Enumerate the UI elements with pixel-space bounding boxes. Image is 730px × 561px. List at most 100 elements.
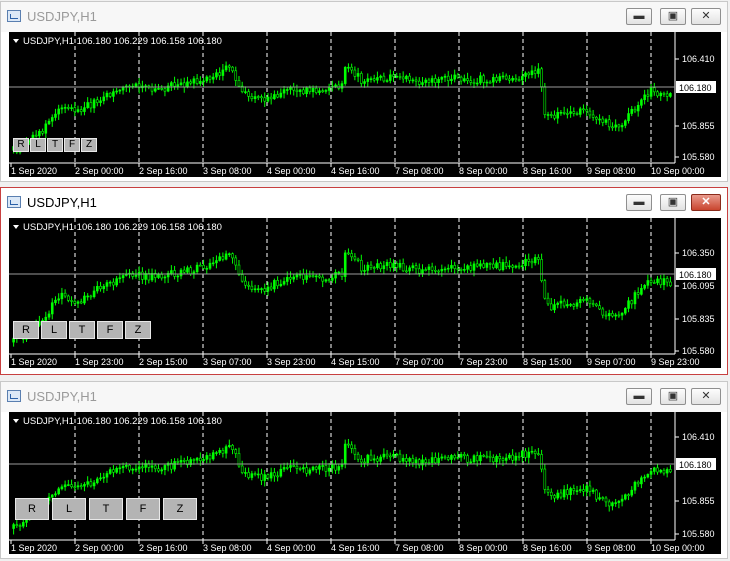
quick-button-f[interactable]: F [64,138,80,152]
candle-body [67,107,70,109]
minimize-icon: ▬ [633,390,645,402]
candle-body [656,91,659,97]
quick-button-z[interactable]: Z [163,498,197,520]
quick-button-l[interactable]: L [41,321,67,339]
candle-body [369,78,373,80]
chart-window-3[interactable]: USDJPY,H1 ▬ ▣ ✕ USDJPY,H1 106.180 106.22… [0,381,728,559]
candle-body [665,278,669,283]
candle-body [553,495,556,499]
candle-body [99,477,102,480]
candle-body [537,453,540,455]
candle-body [253,473,257,475]
candle-body [517,455,521,458]
candle-body [96,286,99,292]
candle-body [343,443,347,465]
maximize-button[interactable]: ▣ [660,194,686,211]
price-chart[interactable]: USDJPY,H1 106.180 106.229 106.158 106.18… [9,412,721,554]
candle-body [624,120,627,126]
candle-body [614,502,617,504]
quick-button-r[interactable]: R [13,138,29,152]
candle-body [369,454,373,461]
candle-body [269,96,273,100]
candle-body [630,489,634,496]
candle-body [627,494,630,497]
candle-body [105,282,109,287]
candle-body [276,280,279,287]
candle-body [388,74,392,81]
window-titlebar[interactable]: USDJPY,H1 ▬ ▣ ✕ [1,382,727,412]
candle-body [215,452,218,454]
candle-body [392,263,395,268]
quick-button-t[interactable]: T [69,321,95,339]
candle-body [121,466,125,469]
close-button[interactable]: ✕ [691,194,721,211]
candle-body [231,66,234,72]
candlestick-chart[interactable]: USDJPY,H1 106.180 106.229 106.158 106.18… [9,32,721,177]
candle-body [659,92,663,97]
candle-body [57,108,60,115]
price-chart[interactable]: USDJPY,H1 106.180 106.229 106.158 106.18… [9,32,721,177]
candle-body [514,265,518,268]
candle-body [427,266,431,270]
minimize-button[interactable]: ▬ [626,194,652,211]
candle-body [334,464,337,471]
candle-body [405,75,408,80]
quick-button-t[interactable]: T [89,498,123,520]
chart-header-text: USDJPY,H1 106.180 106.229 106.158 106.18… [23,36,222,47]
quick-button-r[interactable]: R [15,498,49,520]
candle-body [588,110,592,116]
price-chart[interactable]: USDJPY,H1 106.180 106.229 106.158 106.18… [9,218,721,368]
time-label: 8 Sep 16:00 [523,543,572,553]
quick-button-l[interactable]: L [30,138,46,152]
candle-body [266,96,270,102]
candle-body [208,262,212,269]
minimize-button[interactable]: ▬ [626,388,652,405]
candle-body [575,490,579,492]
close-button[interactable]: ✕ [691,8,721,25]
candle-body [289,465,292,468]
minimize-button[interactable]: ▬ [626,8,652,25]
candle-body [450,455,453,460]
candle-body [366,264,370,271]
candle-body [215,260,218,264]
quick-button-z[interactable]: Z [81,138,97,152]
chart-window-2[interactable]: USDJPY,H1 ▬ ▣ ✕ USDJPY,H1 106.180 106.22… [0,187,728,375]
maximize-button[interactable]: ▣ [660,8,686,25]
candle-body [479,263,482,267]
candle-body [588,485,592,492]
candle-body [652,87,656,93]
candle-body [224,253,228,260]
candle-body [566,489,569,496]
quick-button-f[interactable]: F [126,498,160,520]
candle-body [604,497,608,503]
candles [12,438,672,535]
close-button[interactable]: ✕ [691,388,721,405]
time-label: 10 Sep 00:00 [651,166,705,176]
candle-body [253,96,257,100]
quick-button-l[interactable]: L [52,498,86,520]
candle-body [260,473,263,481]
quick-button-r[interactable]: R [13,321,39,339]
candle-body [282,467,286,470]
quick-button-t[interactable]: T [47,138,63,152]
quick-button-z[interactable]: Z [125,321,151,339]
maximize-button[interactable]: ▣ [660,388,686,405]
candle-body [311,466,315,471]
candle-body [640,477,643,485]
candle-body [492,77,495,83]
candlestick-chart[interactable]: USDJPY,H1 106.180 106.229 106.158 106.18… [9,218,721,368]
quick-button-f[interactable]: F [97,321,123,339]
candle-body [92,290,96,298]
candle-body [485,455,489,458]
candle-body [437,79,440,84]
candlestick-chart[interactable]: USDJPY,H1 106.180 106.229 106.158 106.18… [9,412,721,554]
candle-body [44,123,48,134]
chart-window-1[interactable]: USDJPY,H1 ▬ ▣ ✕ USDJPY,H1 106.180 106.22… [0,1,728,182]
window-titlebar[interactable]: USDJPY,H1 ▬ ▣ ✕ [1,2,727,32]
window-titlebar[interactable]: USDJPY,H1 ▬ ▣ ✕ [1,188,727,218]
candle-body [617,124,621,128]
candle-body [118,89,122,92]
candle-body [562,300,566,307]
candle-body [44,316,48,321]
candle-body [646,94,650,97]
